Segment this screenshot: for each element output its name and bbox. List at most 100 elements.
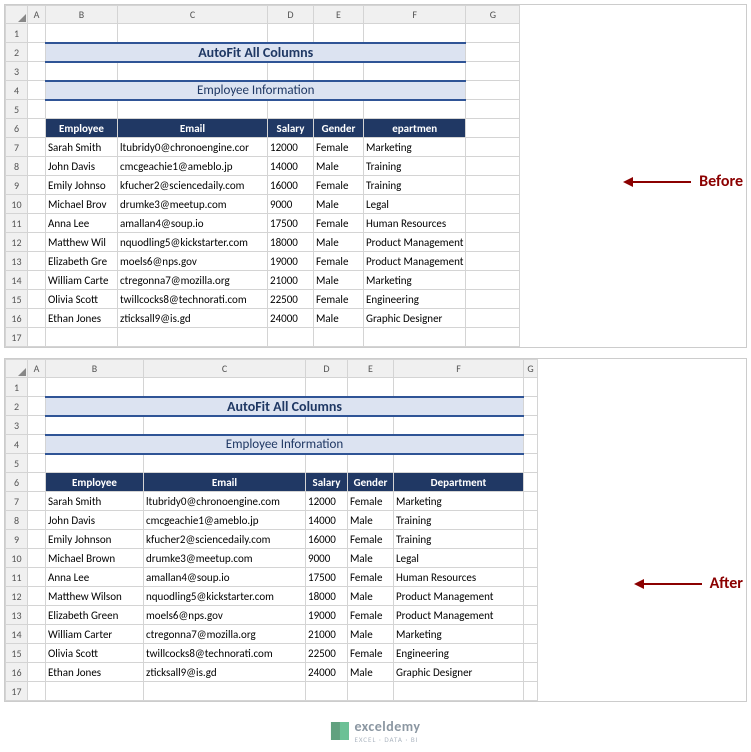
cell[interactable] bbox=[46, 328, 118, 347]
row-header-10[interactable]: 10 bbox=[6, 195, 28, 214]
cell[interactable] bbox=[524, 663, 538, 682]
cell-dept[interactable]: Marketing bbox=[364, 138, 466, 157]
cell-email[interactable]: twillcocks8@technorati.com bbox=[118, 290, 268, 309]
cell-gender[interactable]: Female bbox=[348, 606, 394, 625]
cell[interactable] bbox=[28, 309, 46, 328]
cell-salary[interactable]: 19000 bbox=[268, 252, 314, 271]
cell-gender[interactable]: Male bbox=[314, 157, 364, 176]
col-header-F[interactable]: F bbox=[364, 6, 466, 24]
cell[interactable] bbox=[524, 549, 538, 568]
cell-name[interactable]: Ethan Jones bbox=[46, 309, 118, 328]
cell-name[interactable]: William Carte bbox=[46, 271, 118, 290]
cell[interactable] bbox=[314, 328, 364, 347]
cell[interactable] bbox=[466, 252, 520, 271]
cell[interactable] bbox=[28, 682, 46, 701]
cell[interactable] bbox=[466, 309, 520, 328]
cell[interactable] bbox=[28, 195, 46, 214]
cell-email[interactable]: zticksall9@is.gd bbox=[118, 309, 268, 328]
select-all-corner[interactable] bbox=[6, 360, 28, 378]
th-employee[interactable]: Employee bbox=[46, 473, 144, 492]
row-header-15[interactable]: 15 bbox=[6, 644, 28, 663]
col-header-B[interactable]: B bbox=[46, 6, 118, 24]
col-header-A[interactable]: A bbox=[28, 360, 46, 378]
cell-name[interactable]: Michael Brov bbox=[46, 195, 118, 214]
cell[interactable] bbox=[28, 397, 46, 416]
cell-name[interactable]: Elizabeth Gre bbox=[46, 252, 118, 271]
cell-dept[interactable]: Training bbox=[364, 176, 466, 195]
cell[interactable] bbox=[466, 271, 520, 290]
cell[interactable] bbox=[394, 682, 524, 701]
cell-gender[interactable]: Female bbox=[348, 492, 394, 511]
cell[interactable] bbox=[28, 328, 46, 347]
cell[interactable] bbox=[118, 24, 268, 43]
cell-dept[interactable]: Marketing bbox=[394, 492, 524, 511]
cell[interactable] bbox=[118, 328, 268, 347]
cell-name[interactable]: Ethan Jones bbox=[46, 663, 144, 682]
cell[interactable] bbox=[306, 416, 348, 435]
cell-gender[interactable]: Male bbox=[348, 663, 394, 682]
row-header-4[interactable]: 4 bbox=[6, 81, 28, 100]
cell[interactable] bbox=[394, 416, 524, 435]
row-header-1[interactable]: 1 bbox=[6, 24, 28, 43]
cell-email[interactable]: drumke3@meetup.com bbox=[118, 195, 268, 214]
cell[interactable] bbox=[524, 530, 538, 549]
cell[interactable] bbox=[28, 252, 46, 271]
cell[interactable] bbox=[28, 138, 46, 157]
cell[interactable] bbox=[268, 328, 314, 347]
cell-email[interactable]: ltubridy0@chronoengine.cor bbox=[118, 138, 268, 157]
cell-gender[interactable]: Male bbox=[348, 511, 394, 530]
col-header-C[interactable]: C bbox=[144, 360, 306, 378]
cell-gender[interactable]: Male bbox=[314, 271, 364, 290]
col-header-C[interactable]: C bbox=[118, 6, 268, 24]
subtitle-cell[interactable]: Employee Information bbox=[46, 435, 524, 454]
cell-dept[interactable]: Product Management bbox=[394, 587, 524, 606]
cell[interactable] bbox=[28, 587, 46, 606]
row-header-7[interactable]: 7 bbox=[6, 492, 28, 511]
cell[interactable] bbox=[268, 24, 314, 43]
row-header-12[interactable]: 12 bbox=[6, 233, 28, 252]
cell[interactable] bbox=[394, 454, 524, 473]
th-employee[interactable]: Employee bbox=[46, 119, 118, 138]
cell-dept[interactable]: Engineering bbox=[364, 290, 466, 309]
cell[interactable] bbox=[144, 378, 306, 397]
cell-salary[interactable]: 22500 bbox=[268, 290, 314, 309]
cell-dept[interactable]: Human Resources bbox=[364, 214, 466, 233]
cell-email[interactable]: ltubridy0@chronoengine.com bbox=[144, 492, 306, 511]
cell[interactable] bbox=[466, 157, 520, 176]
col-header-F[interactable]: F bbox=[394, 360, 524, 378]
cell[interactable] bbox=[28, 43, 46, 62]
cell[interactable] bbox=[466, 328, 520, 347]
cell[interactable] bbox=[524, 416, 538, 435]
cell[interactable] bbox=[46, 416, 144, 435]
cell-dept[interactable]: Engineering bbox=[394, 644, 524, 663]
cell-name[interactable]: Matthew Wil bbox=[46, 233, 118, 252]
cell-gender[interactable]: Male bbox=[348, 549, 394, 568]
cell-salary[interactable]: 16000 bbox=[268, 176, 314, 195]
cell-salary[interactable]: 12000 bbox=[268, 138, 314, 157]
cell-name[interactable]: Sarah Smith bbox=[46, 492, 144, 511]
cell[interactable] bbox=[466, 24, 520, 43]
cell[interactable] bbox=[28, 24, 46, 43]
cell-name[interactable]: Anna Lee bbox=[46, 568, 144, 587]
cell[interactable] bbox=[348, 682, 394, 701]
row-header-3[interactable]: 3 bbox=[6, 62, 28, 81]
cell[interactable] bbox=[46, 454, 144, 473]
cell[interactable] bbox=[28, 663, 46, 682]
col-header-G[interactable]: G bbox=[466, 6, 520, 24]
col-header-D[interactable]: D bbox=[306, 360, 348, 378]
cell[interactable] bbox=[46, 24, 118, 43]
cell[interactable] bbox=[28, 233, 46, 252]
cell-email[interactable]: twillcocks8@technorati.com bbox=[144, 644, 306, 663]
cell-dept[interactable]: Legal bbox=[364, 195, 466, 214]
col-header-E[interactable]: E bbox=[348, 360, 394, 378]
cell-salary[interactable]: 18000 bbox=[268, 233, 314, 252]
cell-name[interactable]: Emily Johnso bbox=[46, 176, 118, 195]
row-header-13[interactable]: 13 bbox=[6, 606, 28, 625]
cell[interactable] bbox=[524, 492, 538, 511]
cell-dept[interactable]: Graphic Designer bbox=[394, 663, 524, 682]
cell-email[interactable]: moels6@nps.gov bbox=[118, 252, 268, 271]
cell[interactable] bbox=[466, 290, 520, 309]
cell[interactable] bbox=[144, 416, 306, 435]
col-header-A[interactable]: A bbox=[28, 6, 46, 24]
cell[interactable] bbox=[268, 62, 314, 81]
